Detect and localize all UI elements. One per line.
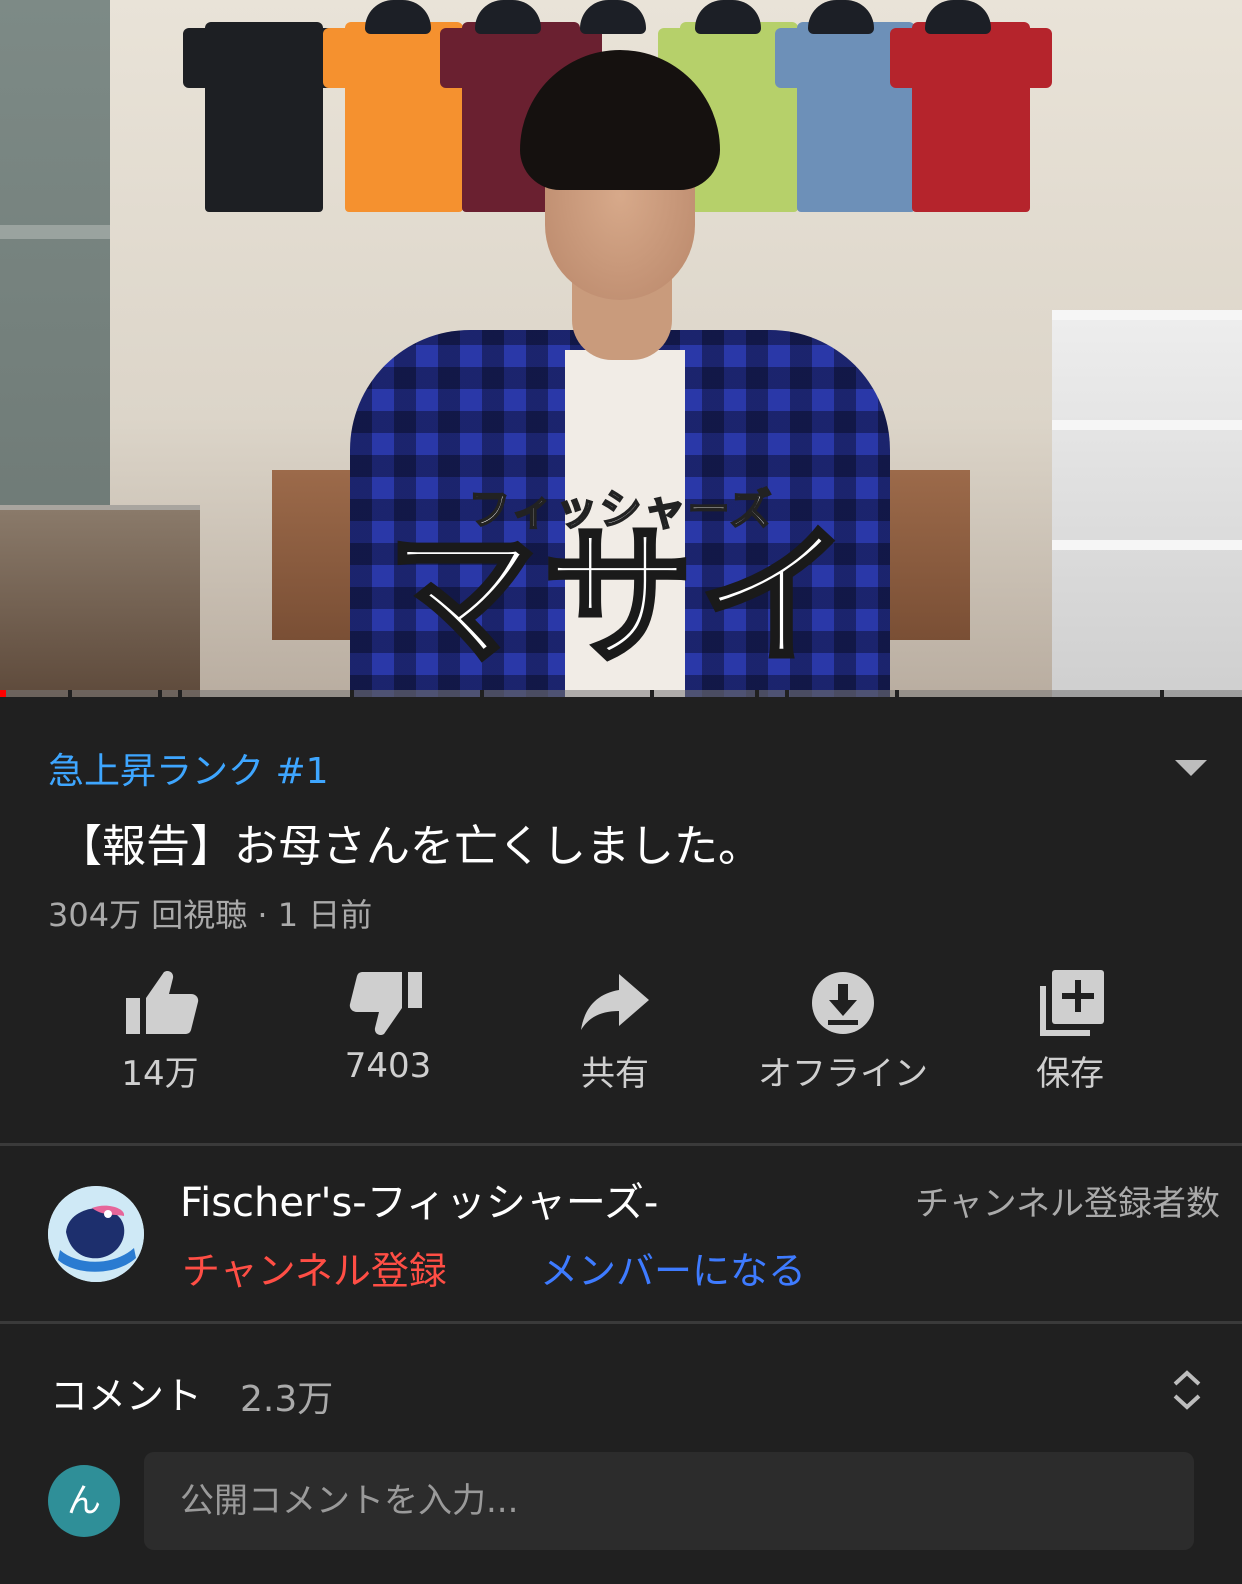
action-row: 14万 7403 共有 オフライン 保存: [0, 968, 1242, 1098]
chapter-marker: [755, 690, 759, 697]
subscribe-button[interactable]: チャンネル登録: [182, 1240, 447, 1295]
comments-count: 2.3万: [240, 1379, 334, 1420]
video-scene-shelf: [0, 225, 110, 239]
shelf-board: [1052, 420, 1242, 430]
divider: [0, 1143, 1242, 1146]
like-button[interactable]: 14万: [45, 968, 275, 1095]
thumbs-down-icon: [349, 972, 422, 1036]
video-scene-shirt: [890, 22, 1052, 212]
comment-input[interactable]: [144, 1452, 1194, 1550]
thumbs-up-icon: [126, 970, 199, 1034]
divider: [0, 1321, 1242, 1324]
video-scene-cap: [365, 0, 431, 34]
download-button[interactable]: オフライン: [728, 968, 958, 1095]
share-icon: [581, 974, 649, 1030]
video-scene-cap: [695, 0, 761, 34]
channel-avatar[interactable]: [48, 1186, 144, 1282]
chapter-marker: [350, 690, 354, 697]
video-scene-cap: [925, 0, 991, 34]
chapter-marker: [480, 690, 484, 697]
comments-header[interactable]: コメント: [50, 1365, 202, 1420]
save-label: 保存: [1036, 1054, 1104, 1094]
user-avatar[interactable]: ん: [48, 1465, 120, 1537]
chapter-marker: [1160, 690, 1164, 697]
playlist-add-icon: [1040, 970, 1104, 1036]
expand-description-icon[interactable]: [1175, 760, 1207, 776]
video-scene-cap: [808, 0, 874, 34]
save-button[interactable]: 保存: [955, 968, 1185, 1095]
fischers-logo-icon: [48, 1186, 144, 1282]
video-player[interactable]: フィッシャーズ マサイ: [0, 0, 1242, 697]
video-scene-cap: [475, 0, 541, 34]
chapter-marker: [158, 690, 162, 697]
channel-name[interactable]: Fischer's-フィッシャーズ-: [180, 1170, 658, 1228]
video-meta: 304万 回視聴 · 1 日前: [48, 896, 373, 934]
trending-rank-link[interactable]: 急上昇ランク #1: [48, 742, 329, 794]
join-membership-button[interactable]: メンバーになる: [540, 1240, 806, 1295]
video-scene-shirt: [183, 22, 345, 212]
video-title: 【報告】お母さんを亡くしました。: [58, 821, 762, 872]
chapter-marker: [178, 690, 182, 697]
chapter-marker: [895, 690, 899, 697]
video-caption-big: マサイ: [384, 511, 855, 685]
video-progress-bar[interactable]: [0, 690, 1242, 697]
video-scene-cap: [580, 0, 646, 34]
video-progress-fill: [0, 690, 7, 697]
download-label: オフライン: [758, 1054, 928, 1094]
like-count: 14万: [121, 1054, 199, 1094]
expand-comments-icon[interactable]: [1170, 1368, 1204, 1412]
share-button[interactable]: 共有: [500, 968, 730, 1095]
share-label: 共有: [581, 1054, 649, 1094]
chapter-marker: [785, 690, 789, 697]
download-icon: [812, 972, 874, 1034]
chapter-marker: [68, 690, 72, 697]
dislike-count: 7403: [344, 1046, 432, 1086]
dislike-button[interactable]: 7403: [273, 968, 503, 1086]
chapter-marker: [650, 690, 654, 697]
subscriber-count: チャンネル登録者数: [915, 1184, 1220, 1224]
shelf-board: [1052, 310, 1242, 320]
